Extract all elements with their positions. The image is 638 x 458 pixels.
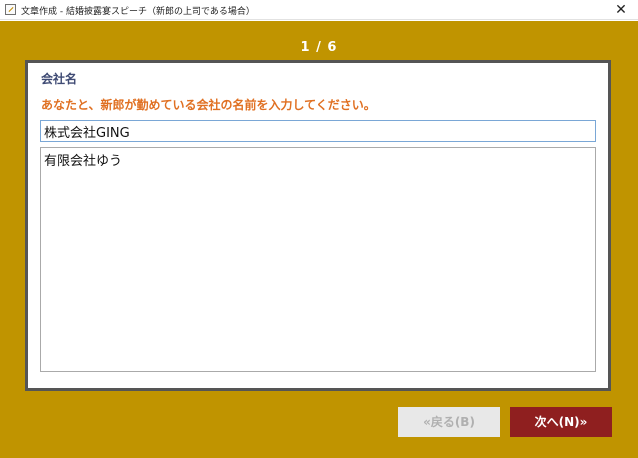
next-button[interactable]: 次へ(N)» [510,407,612,437]
document-edit-icon [5,4,16,15]
window-title: 文章作成 - 結婚披露宴スピーチ（新郎の上司である場合） [21,7,255,17]
close-button[interactable]: ✕ [612,1,630,19]
back-button[interactable]: «戻る(B) [398,407,500,437]
preview-textarea[interactable]: 有限会社ゆう [40,147,596,372]
company-name-input[interactable] [40,120,596,142]
form-panel: 会社名 あなたと、新郎が勤めている会社の名前を入力してください。 有限会社ゆう [25,60,611,391]
instruction-text: あなたと、新郎が勤めている会社の名前を入力してください。 [41,98,376,112]
field-label: 会社名 [41,72,78,86]
wizard-background: 1 / 6 会社名 あなたと、新郎が勤めている会社の名前を入力してください。 有… [0,21,638,458]
title-bar: 文章作成 - 結婚披露宴スピーチ（新郎の上司である場合） ✕ [0,0,638,20]
page-indicator: 1 / 6 [300,40,338,55]
